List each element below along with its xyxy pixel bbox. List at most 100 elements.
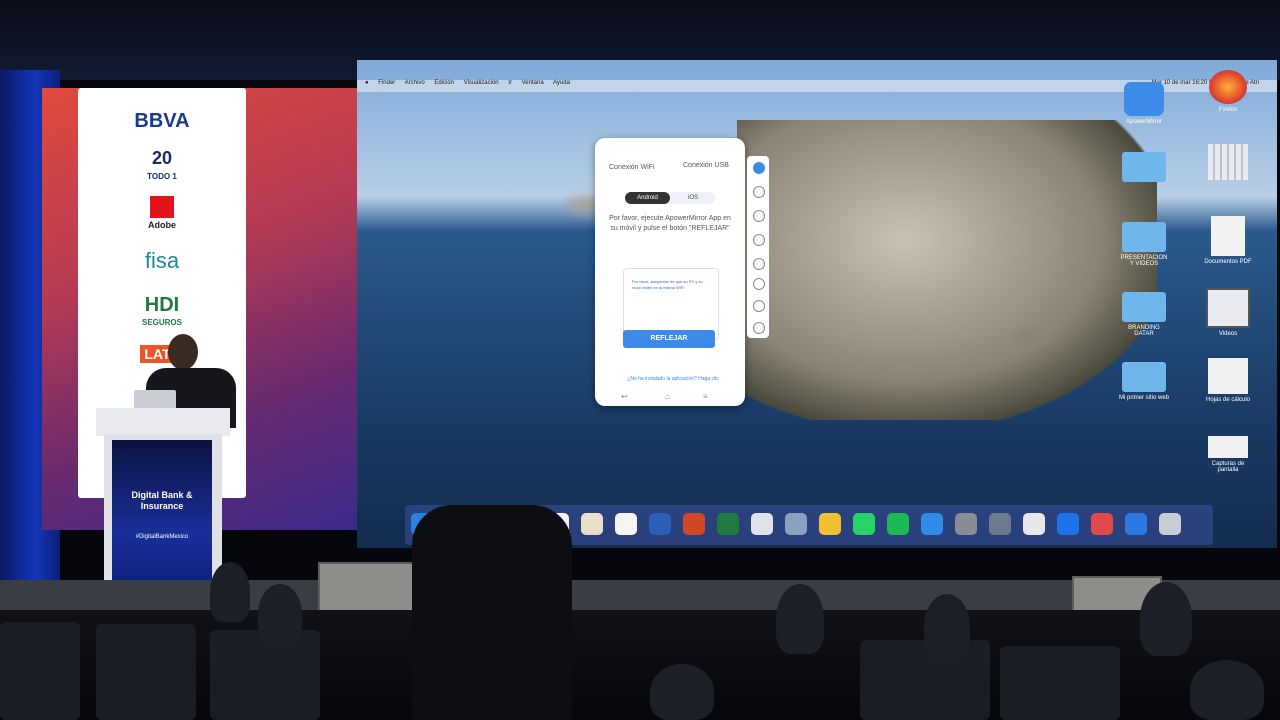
dialog-instructions: Por favor, ejecute ApowerMirror App en s… — [609, 215, 731, 232]
menu-ir[interactable]: Ir — [508, 80, 512, 86]
os-toggle[interactable]: Android iOS — [625, 192, 715, 204]
resize-icon[interactable] — [753, 186, 765, 198]
back-icon[interactable]: ↩ — [621, 392, 628, 401]
adobe-logo — [78, 196, 246, 218]
install-help-link[interactable]: ¿No ha instalado la aplicación? Haga cli… — [613, 376, 733, 382]
audience-head — [1140, 582, 1192, 656]
apple-icon[interactable]: ● — [365, 80, 369, 86]
menu-visualizacion[interactable]: Visualización — [464, 80, 499, 86]
seat — [0, 622, 80, 720]
desktop-icon-presentacion[interactable]: PRESENTACION Y VIDEOS — [1119, 222, 1169, 267]
help-icon[interactable] — [753, 322, 765, 334]
dock-app-icon[interactable] — [1057, 513, 1079, 535]
dock-app-icon[interactable] — [1091, 513, 1113, 535]
audience-head — [776, 584, 824, 654]
brush-icon[interactable] — [753, 258, 765, 270]
dock-app-icon[interactable] — [819, 513, 841, 535]
desktop-icon-mi-primer-sitio[interactable]: Mi primer sitio web — [1119, 362, 1169, 401]
dock-app-icon[interactable] — [921, 513, 943, 535]
tab-wifi[interactable]: Conexión WiFi — [609, 164, 655, 171]
dock-app-icon[interactable] — [683, 513, 705, 535]
seat — [210, 630, 320, 720]
dock-app-icon[interactable] — [751, 513, 773, 535]
record-icon[interactable] — [753, 210, 765, 222]
screenshot-icon — [1208, 436, 1248, 458]
settings-icon[interactable] — [753, 300, 765, 312]
dock-app-icon[interactable] — [1159, 513, 1181, 535]
islet — [1007, 322, 1057, 352]
desktop-icon-capturas[interactable]: Capturas de pantalla — [1203, 436, 1253, 473]
bbva-logo: BBVA — [134, 110, 190, 132]
audience-head — [258, 584, 302, 644]
firefox-icon — [1209, 70, 1247, 104]
island-landmass — [737, 120, 1157, 420]
os-android-option[interactable]: Android — [625, 192, 670, 204]
tab-usb[interactable]: Conexión USB — [683, 162, 729, 169]
hdi-logo: HDI — [144, 294, 180, 316]
seat — [1000, 646, 1120, 720]
os-ios-option[interactable]: iOS — [673, 192, 713, 204]
event-hashtag: #DigitalBankMexico — [135, 534, 189, 540]
apowermirror-icon — [1124, 82, 1164, 116]
desktop-icon-branding[interactable]: BRANDING DATAR — [1119, 292, 1169, 337]
dock-app-icon[interactable] — [1125, 513, 1147, 535]
audience-head — [210, 562, 250, 622]
todo1-logo-number: 20 — [151, 148, 173, 168]
screenshot-icon[interactable] — [753, 234, 765, 246]
gift-icon[interactable] — [753, 278, 765, 290]
folder-icon — [1122, 362, 1166, 392]
dock-app-icon[interactable] — [785, 513, 807, 535]
menu-archivo[interactable]: Archivo — [405, 80, 425, 86]
standing-person — [412, 505, 572, 720]
apowermirror-dialog: Conexión WiFi Conexión USB Android iOS P… — [595, 138, 745, 406]
dock-app-icon[interactable] — [955, 513, 977, 535]
desktop-icon-firefox[interactable]: Firefox — [1203, 70, 1253, 113]
audience-head — [650, 664, 714, 720]
desktop-icon-apowermirror[interactable]: ApowerMirror — [1119, 82, 1169, 125]
desktop-icon-grid-app[interactable] — [1203, 144, 1253, 183]
menu-ventana[interactable]: Ventana — [522, 80, 544, 86]
dock-app-icon[interactable] — [887, 513, 909, 535]
podium-top — [96, 408, 230, 436]
folder-icon — [1122, 292, 1166, 322]
menu-finder[interactable]: Finder — [378, 80, 395, 86]
user-icon[interactable] — [753, 162, 765, 174]
latam-logo: LATA — [78, 345, 246, 363]
seat — [860, 640, 990, 720]
event-title: Digital Bank & Insurance — [131, 490, 193, 511]
spreadsheet-icon — [1208, 358, 1248, 394]
desktop-icon-videos[interactable]: Videos — [1203, 288, 1253, 337]
reflejar-button[interactable]: REFLEJAR — [623, 330, 715, 348]
speaker-head — [168, 334, 198, 370]
dock-app-icon[interactable] — [717, 513, 739, 535]
desktop-icon-hojas-calculo[interactable]: Hojas de cálculo — [1203, 358, 1253, 403]
desktop-icon-documentos-pdf[interactable]: Documentos PDF — [1203, 216, 1253, 265]
dock-app-icon[interactable] — [853, 513, 875, 535]
stage-monitor-left — [318, 562, 418, 616]
podium-banner: Digital Bank & Insurance #DigitalBankMex… — [112, 440, 212, 594]
menu-icon[interactable]: ≡ — [703, 392, 708, 401]
video-icon — [1206, 288, 1250, 328]
dock-app-icon[interactable] — [1023, 513, 1045, 535]
desktop-icon-folder-1[interactable] — [1119, 152, 1169, 185]
dock-app-icon[interactable] — [615, 513, 637, 535]
laptop — [134, 390, 176, 410]
folder-icon — [1122, 152, 1166, 182]
dock-app-icon[interactable] — [649, 513, 671, 535]
side-toolbar — [747, 156, 769, 338]
audience-head — [924, 594, 970, 660]
todo1-logo-text: TODO 1 — [147, 172, 177, 181]
dock-app-icon[interactable] — [989, 513, 1011, 535]
seat — [96, 624, 196, 720]
home-icon[interactable]: ⌂ — [665, 392, 670, 401]
fisa-logo: fisa — [144, 248, 180, 273]
menu-edicion[interactable]: Edición — [434, 80, 454, 86]
folder-icon — [1122, 222, 1166, 252]
dock-app-icon[interactable] — [581, 513, 603, 535]
hdi-logo-sub: SEGUROS — [141, 318, 182, 327]
menu-ayuda[interactable]: Ayuda — [553, 80, 570, 86]
audience-head — [1190, 660, 1264, 720]
projection-screen: ● Finder Archivo Edición Visualización I… — [357, 60, 1277, 548]
adobe-logo-text: Adobe — [148, 220, 176, 230]
document-icon — [1211, 216, 1245, 256]
